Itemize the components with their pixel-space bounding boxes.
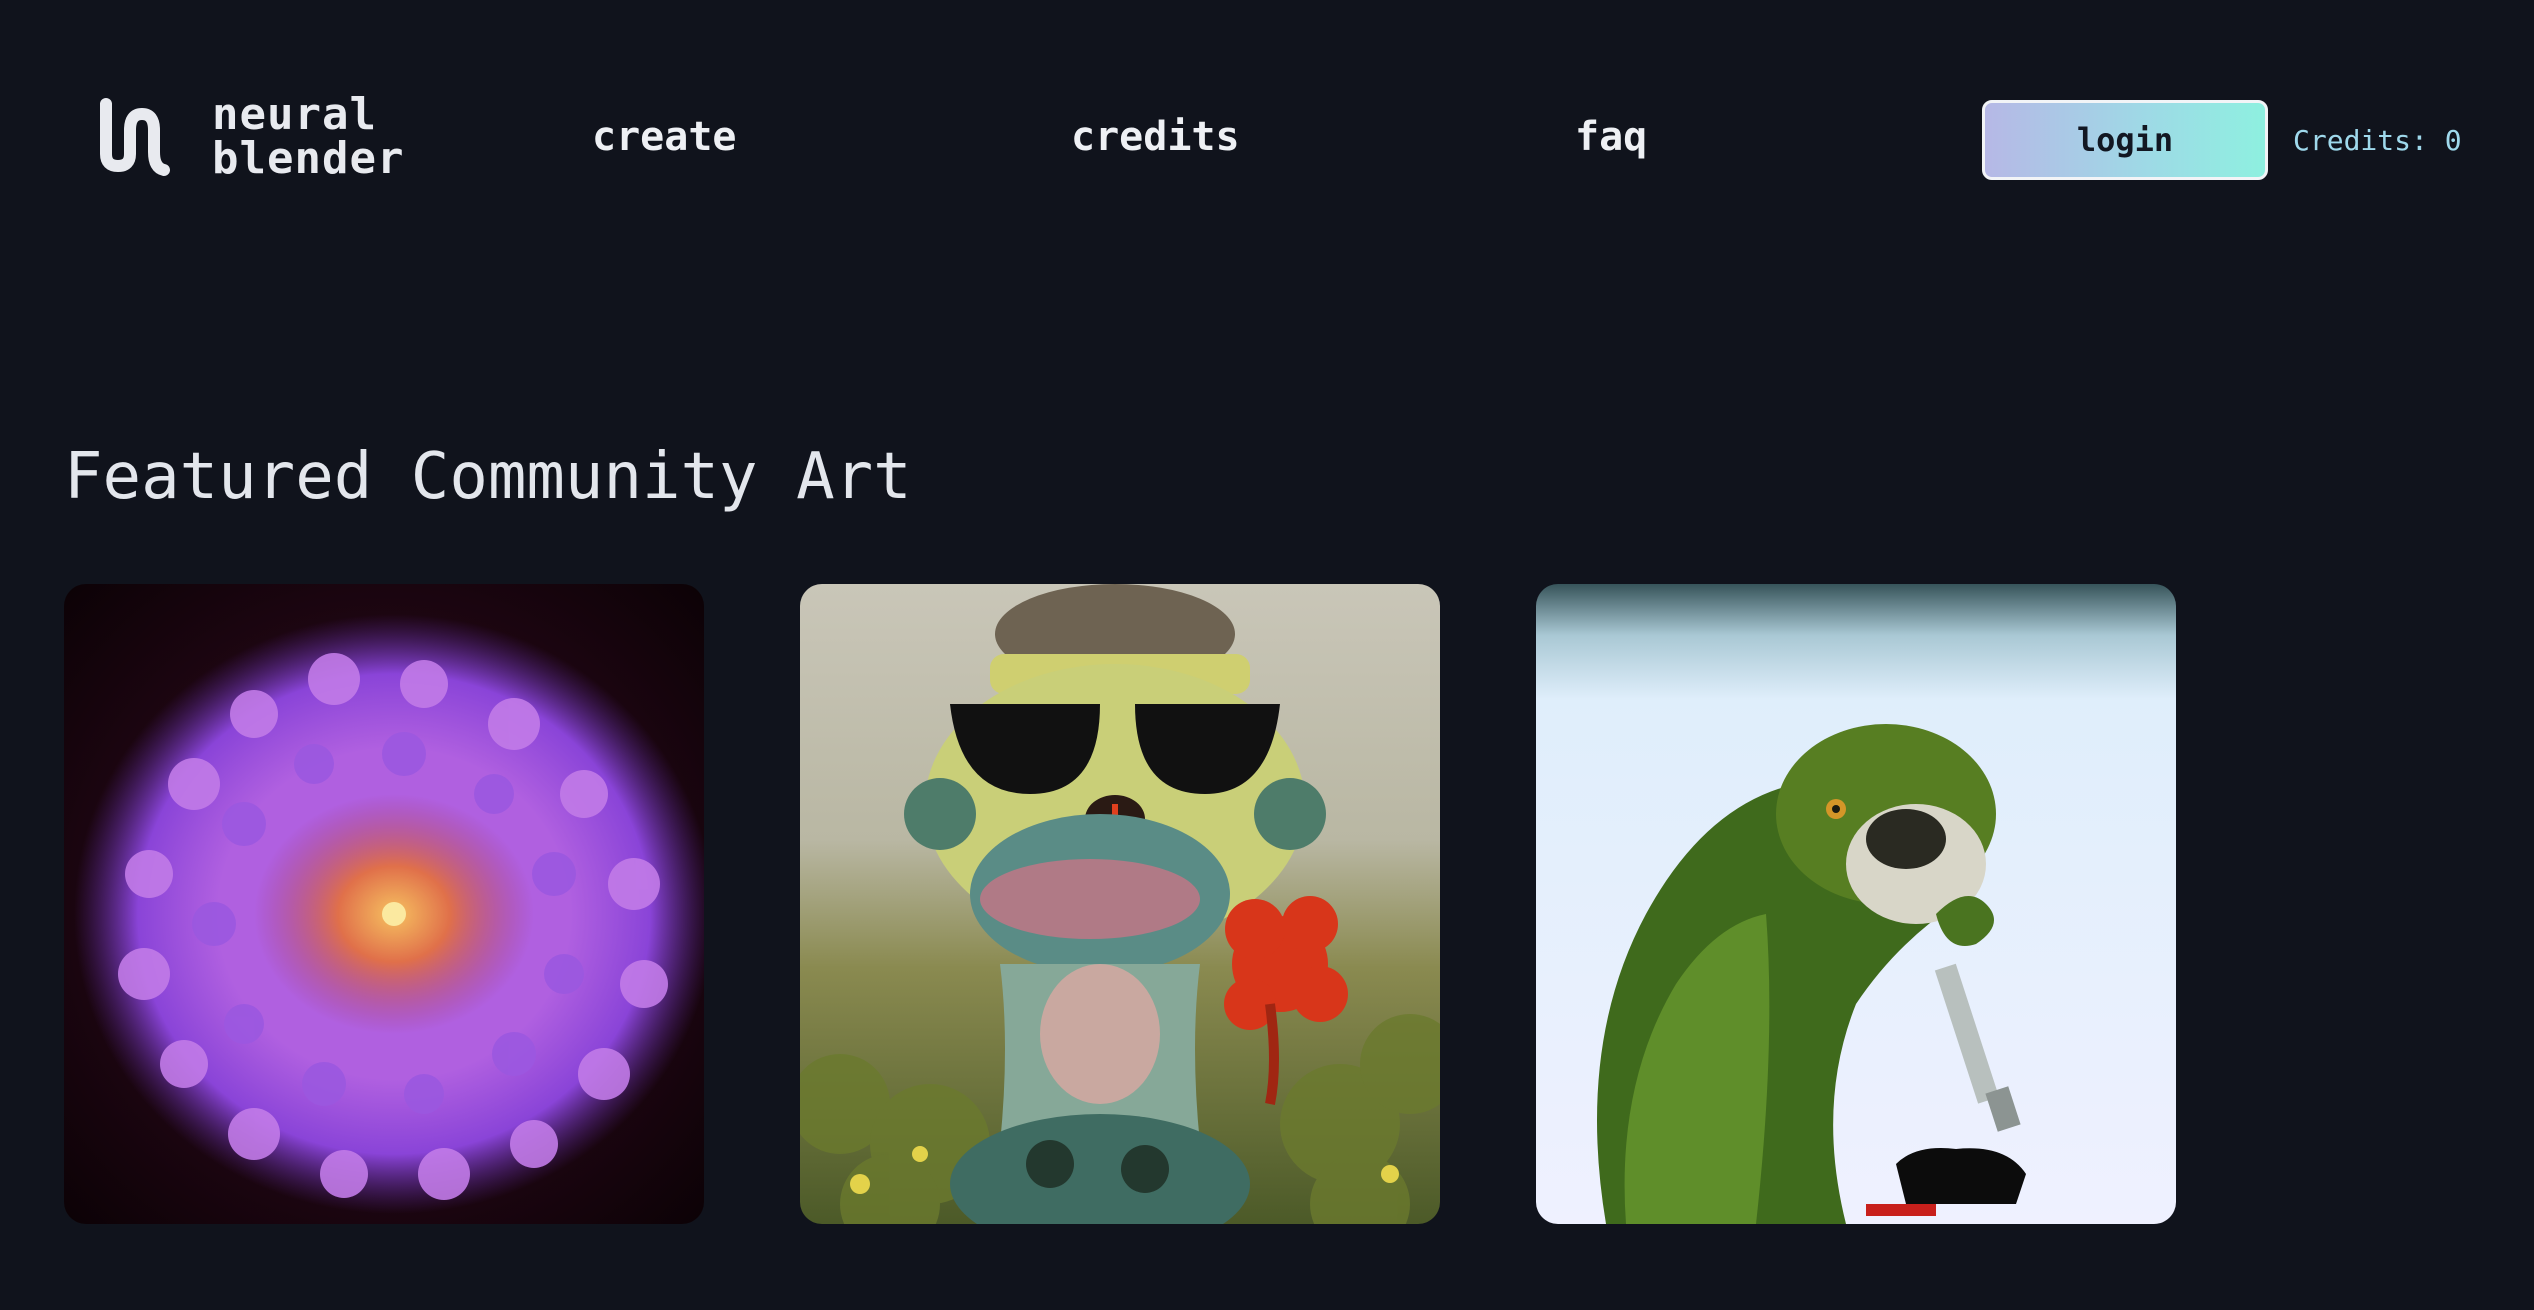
featured-gallery: [64, 584, 2184, 1224]
brand-logo[interactable]: neural blender: [92, 92, 404, 182]
purple-anemone-artwork[interactable]: [64, 584, 704, 1224]
anemone-image: [64, 584, 704, 1224]
brand-name-line2: blender: [212, 133, 405, 184]
figure-image: [800, 584, 1440, 1224]
nb-logo-icon: [100, 98, 170, 176]
site-header: neural blender create credits faq login …: [0, 0, 2534, 290]
brand-name: neural blender: [212, 93, 404, 181]
monkey-image: [1536, 584, 2176, 1224]
login-button[interactable]: login: [1982, 100, 2268, 180]
featured-section-title: Featured Community Art: [64, 440, 912, 514]
nav-credits-link[interactable]: credits: [1071, 114, 1240, 160]
sunglasses-figure-with-red-flower-artwork[interactable]: [800, 584, 1440, 1224]
nav-faq-link[interactable]: faq: [1575, 114, 1647, 160]
green-monkey-with-razor-artwork[interactable]: [1536, 584, 2176, 1224]
brand-name-line1: neural: [212, 89, 377, 140]
nav-create-link[interactable]: create: [592, 114, 737, 160]
credits-balance: Credits: 0: [2293, 124, 2462, 157]
